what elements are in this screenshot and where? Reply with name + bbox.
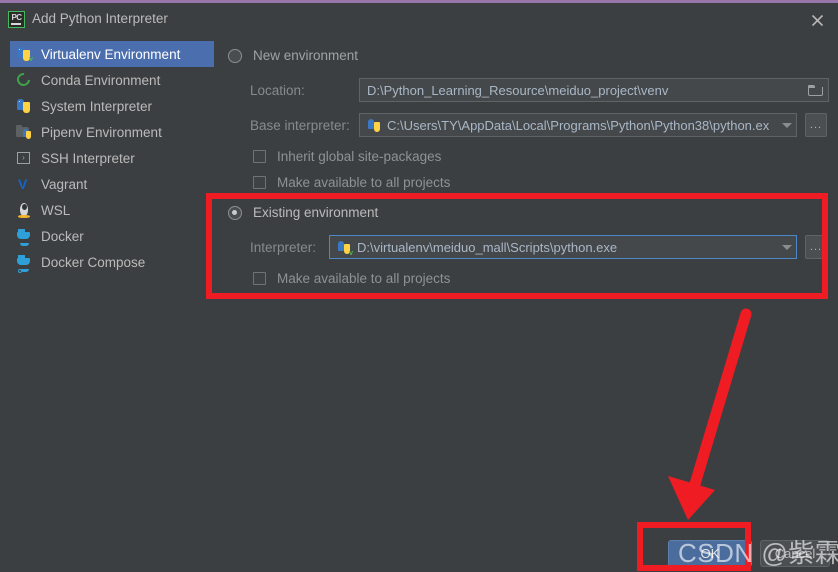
sidebar-item-label: Pipenv Environment bbox=[41, 124, 162, 140]
folder-icon[interactable] bbox=[808, 84, 824, 97]
sidebar-item-system-interpreter[interactable]: System Interpreter bbox=[10, 93, 214, 119]
sidebar-item-label: Vagrant bbox=[41, 176, 88, 192]
chevron-down-icon[interactable] bbox=[782, 122, 792, 128]
sidebar-item-label: SSH Interpreter bbox=[41, 150, 135, 166]
add-python-interpreter-dialog: PC Add Python Interpreter v Virtualenv E… bbox=[0, 0, 838, 572]
interpreter-value: D:\virtualenv\meiduo_mall\Scripts\python… bbox=[357, 239, 618, 255]
sidebar-item-conda-environment[interactable]: Conda Environment bbox=[10, 67, 214, 93]
python-virtualenv-icon: v bbox=[16, 46, 33, 63]
existing-env-make-available-checkbox[interactable]: Make available to all projects bbox=[253, 271, 450, 286]
existing-environment-radio[interactable]: Existing environment bbox=[228, 205, 378, 220]
pipenv-folder-icon bbox=[16, 124, 32, 140]
inherit-global-site-packages-checkbox[interactable]: Inherit global site-packages bbox=[253, 149, 441, 164]
wsl-penguin-icon bbox=[16, 202, 32, 218]
page-title: Add Python Interpreter bbox=[32, 11, 168, 26]
python-virtualenv-icon: v bbox=[337, 240, 353, 257]
ssh-terminal-icon: › bbox=[16, 150, 32, 166]
location-value: D:\Python_Learning_Resource\meiduo_proje… bbox=[367, 82, 669, 98]
interpreter-label: Interpreter: bbox=[250, 240, 317, 255]
checkbox-label: Make available to all projects bbox=[277, 175, 451, 190]
sidebar-item-label: Docker Compose bbox=[41, 254, 146, 270]
base-interpreter-value: C:\Users\TY\AppData\Local\Programs\Pytho… bbox=[387, 117, 770, 133]
vagrant-icon: V bbox=[18, 176, 28, 192]
ok-button[interactable]: OK bbox=[668, 540, 752, 567]
python-icon bbox=[367, 118, 382, 133]
interpreter-combo[interactable]: v D:\virtualenv\meiduo_mall\Scripts\pyth… bbox=[329, 235, 797, 259]
radio-indicator bbox=[228, 205, 242, 220]
new-environment-radio[interactable]: New environment bbox=[228, 48, 358, 63]
sidebar-item-label: Docker bbox=[41, 228, 84, 244]
sidebar-item-vagrant[interactable]: V Vagrant bbox=[10, 171, 214, 197]
base-interpreter-label: Base interpreter: bbox=[250, 118, 350, 133]
location-input[interactable]: D:\Python_Learning_Resource\meiduo_proje… bbox=[359, 78, 829, 102]
sidebar-item-ssh-interpreter[interactable]: › SSH Interpreter bbox=[10, 145, 214, 171]
existing-environment-label: Existing environment bbox=[253, 205, 379, 220]
new-env-make-available-checkbox[interactable]: Make available to all projects bbox=[253, 175, 450, 190]
close-icon[interactable] bbox=[804, 7, 830, 33]
conda-icon bbox=[14, 70, 33, 89]
sidebar-item-docker[interactable]: Docker bbox=[10, 223, 214, 249]
base-interpreter-combo[interactable]: C:\Users\TY\AppData\Local\Programs\Pytho… bbox=[359, 113, 797, 137]
pycharm-icon: PC bbox=[8, 11, 25, 28]
red-arrow-down-icon bbox=[668, 308, 752, 520]
chevron-down-icon[interactable] bbox=[782, 244, 792, 250]
base-interpreter-browse-button[interactable]: ... bbox=[805, 113, 827, 137]
sidebar-item-label: System Interpreter bbox=[41, 98, 153, 114]
checkbox-label: Make available to all projects bbox=[277, 271, 451, 286]
sidebar-item-label: Conda Environment bbox=[41, 72, 161, 88]
new-environment-label: New environment bbox=[253, 48, 359, 63]
sidebar-item-wsl[interactable]: WSL bbox=[10, 197, 214, 223]
checkbox-indicator bbox=[253, 272, 266, 285]
sidebar-item-docker-compose[interactable]: Docker Compose bbox=[10, 249, 214, 275]
docker-whale-icon bbox=[16, 228, 32, 246]
sidebar-item-pipenv-environment[interactable]: Pipenv Environment bbox=[10, 119, 214, 145]
cancel-button[interactable]: Cancel bbox=[760, 540, 830, 567]
checkbox-indicator bbox=[253, 176, 266, 189]
docker-compose-icon bbox=[16, 254, 32, 273]
sidebar-item-label: Virtualenv Environment bbox=[41, 46, 181, 62]
environment-type-list: v Virtualenv Environment Conda Environme… bbox=[0, 41, 220, 275]
interpreter-browse-button[interactable]: ... bbox=[805, 235, 827, 259]
python-icon bbox=[16, 98, 32, 114]
sidebar-item-virtualenv-environment[interactable]: v Virtualenv Environment bbox=[10, 41, 214, 67]
title-bar: PC Add Python Interpreter bbox=[0, 3, 838, 36]
sidebar-item-label: WSL bbox=[41, 202, 71, 218]
location-label: Location: bbox=[250, 83, 305, 98]
radio-indicator bbox=[228, 48, 242, 63]
checkbox-label: Inherit global site-packages bbox=[277, 149, 442, 164]
checkbox-indicator bbox=[253, 150, 266, 163]
